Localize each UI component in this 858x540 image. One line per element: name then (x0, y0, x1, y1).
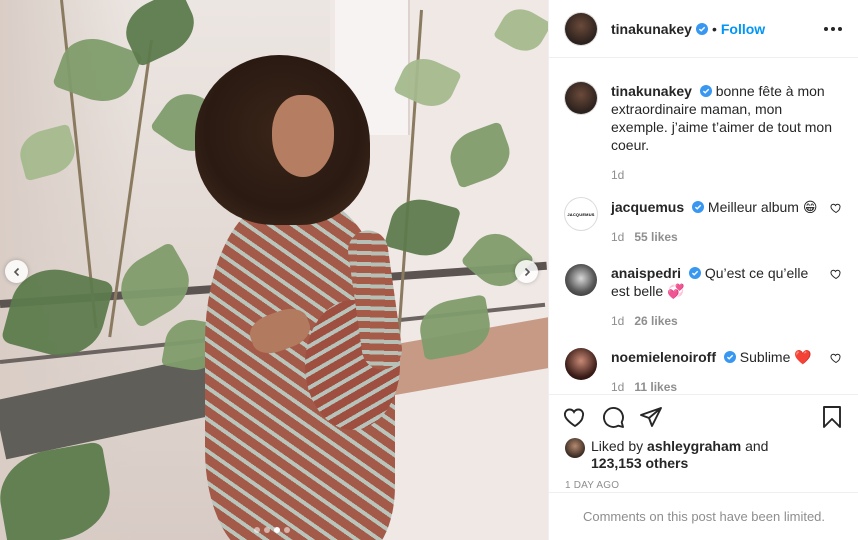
carousel-next-button[interactable] (515, 260, 538, 283)
comment-time[interactable]: 1d (611, 228, 624, 246)
liked-by-and: and (745, 438, 769, 454)
avatar[interactable] (565, 12, 597, 45)
comment-time[interactable]: 1d (611, 378, 624, 394)
author-username[interactable]: tinakunakey (611, 21, 692, 37)
carousel-dots (254, 527, 290, 533)
more-dot-icon (831, 26, 835, 31)
comment-username[interactable]: noemielenoiroff (611, 349, 716, 365)
verified-badge-icon (688, 267, 701, 279)
avatar[interactable]: JACQUEMUS (565, 198, 597, 230)
post-sidebar: tinakunakey • Follow tinakunakey bonne f… (548, 0, 858, 540)
header-separator: • (711, 20, 717, 37)
avatar[interactable] (565, 348, 597, 380)
avatar-logo-text: JACQUEMUS (567, 211, 595, 217)
verified-badge-icon (692, 201, 705, 213)
post-photo[interactable] (0, 0, 548, 540)
comment-username[interactable]: jacquemus (611, 199, 684, 215)
save-bookmark-icon[interactable] (820, 405, 844, 429)
post-caption: tinakunakey bonne fête à mon extraordina… (565, 82, 842, 184)
comments-list[interactable]: tinakunakey bonne fête à mon extraordina… (549, 58, 858, 394)
avatar[interactable] (565, 438, 585, 458)
post-header: tinakunakey • Follow (549, 0, 858, 58)
comment-username[interactable]: anaispedri (611, 265, 681, 281)
comment-item: JACQUEMUS jacquemus Meilleur album 😁 1d … (565, 198, 842, 246)
carousel-dot (264, 527, 270, 533)
chevron-left-icon (13, 267, 19, 276)
verified-badge-icon (723, 351, 736, 363)
liked-by-prefix: Liked by (591, 438, 644, 454)
liked-by: Liked by ashleygraham and 123,153 others (549, 438, 858, 474)
more-dot-icon (824, 26, 828, 31)
photo-face (272, 95, 334, 177)
verified-badge-icon (699, 85, 712, 97)
caption-text-block: tinakunakey bonne fête à mon extraordina… (611, 82, 842, 154)
comment-text: Sublime ❤️ (739, 349, 812, 365)
chevron-right-icon (524, 267, 530, 276)
comment-text: Meilleur album 😁 (707, 199, 818, 215)
post-actions (549, 394, 858, 438)
like-comment-heart-icon[interactable] (830, 268, 842, 280)
liked-by-user[interactable]: ashleygraham (647, 438, 741, 454)
like-comment-heart-icon[interactable] (830, 202, 842, 214)
comments-limited-notice: Comments on this post have been limited. (549, 492, 858, 540)
like-heart-icon[interactable] (563, 405, 587, 429)
avatar[interactable] (565, 82, 597, 114)
carousel-dot (284, 527, 290, 533)
comment-bubble-icon[interactable] (601, 405, 625, 429)
comment-likes[interactable]: 26 likes (634, 312, 677, 330)
comment-item: noemielenoiroff Sublime ❤️ 1d 11 likes (565, 348, 842, 394)
follow-button[interactable]: Follow (721, 21, 765, 37)
carousel-prev-button[interactable] (5, 260, 28, 283)
liked-by-others[interactable]: 123,153 others (591, 455, 688, 471)
carousel-dot (254, 527, 260, 533)
verified-badge-icon (695, 22, 708, 35)
comment-likes[interactable]: 55 likes (634, 228, 677, 246)
carousel-dot (274, 527, 280, 533)
share-paper-plane-icon[interactable] (639, 405, 663, 429)
comment-likes[interactable]: 11 likes (634, 378, 677, 394)
caption-username[interactable]: tinakunakey (611, 83, 692, 99)
caption-time[interactable]: 1d (611, 166, 624, 184)
like-comment-heart-icon[interactable] (830, 352, 842, 364)
more-dot-icon (838, 26, 842, 31)
comment-item: anaispedri Qu’est ce qu’elle est belle 💞… (565, 264, 842, 330)
more-options-button[interactable] (824, 26, 842, 31)
avatar[interactable] (565, 264, 597, 296)
comment-time[interactable]: 1d (611, 312, 624, 330)
